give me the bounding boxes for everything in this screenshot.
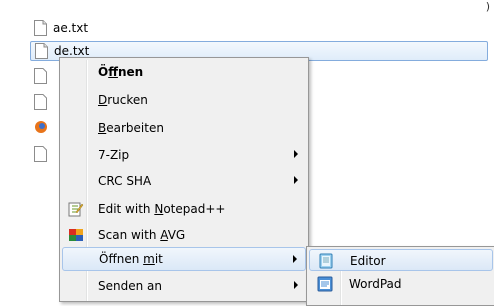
file-row-ae[interactable]: ae.txt (30, 18, 88, 38)
submenu-arrow-icon (293, 255, 297, 263)
submenu-arrow-icon (294, 281, 298, 289)
menu-item-send-to[interactable]: Senden an (62, 274, 306, 298)
menu-item-edit[interactable]: Bearbeiten (62, 116, 306, 140)
menu-item-scan-avg[interactable]: Scan with AVG (62, 223, 306, 247)
file-name: ae.txt (53, 21, 89, 35)
text-file-icon (34, 20, 47, 36)
menu-item-open-with[interactable]: Öffnen mit (62, 247, 306, 271)
submenu-arrow-icon (294, 176, 298, 184)
explorer-file-list: ) ae.txt de.txt Öffnen Drucken Bearbeite… (0, 0, 494, 306)
column-edge-mark: ) (485, 0, 490, 13)
open-with-submenu: Editor WordPad (306, 246, 494, 306)
menu-item-crc-sha[interactable]: CRC SHA (62, 169, 306, 193)
notepad-plus-plus-icon (68, 201, 84, 217)
context-menu: Öffnen Drucken Bearbeiten 7-Zip CRC SHA … (59, 57, 309, 302)
notepad-icon (318, 253, 334, 269)
menu-item-print[interactable]: Drucken (62, 88, 306, 112)
menu-item-7zip[interactable]: 7-Zip (62, 143, 306, 167)
wordpad-icon (317, 276, 333, 292)
text-file-icon (34, 68, 47, 84)
avg-icon (68, 227, 84, 243)
menu-item-edit-notepad-plus-plus[interactable]: Edit with Notepad++ (62, 197, 306, 221)
text-file-icon (34, 146, 47, 162)
submenu-item-editor[interactable]: Editor (309, 249, 493, 271)
firefox-file-icon (34, 120, 47, 136)
text-file-icon (35, 43, 48, 59)
file-name: de.txt (54, 44, 90, 58)
menu-item-open[interactable]: Öffnen (62, 60, 306, 84)
submenu-item-wordpad[interactable]: WordPad (309, 273, 493, 295)
submenu-arrow-icon (294, 150, 298, 158)
text-file-icon (34, 94, 47, 110)
